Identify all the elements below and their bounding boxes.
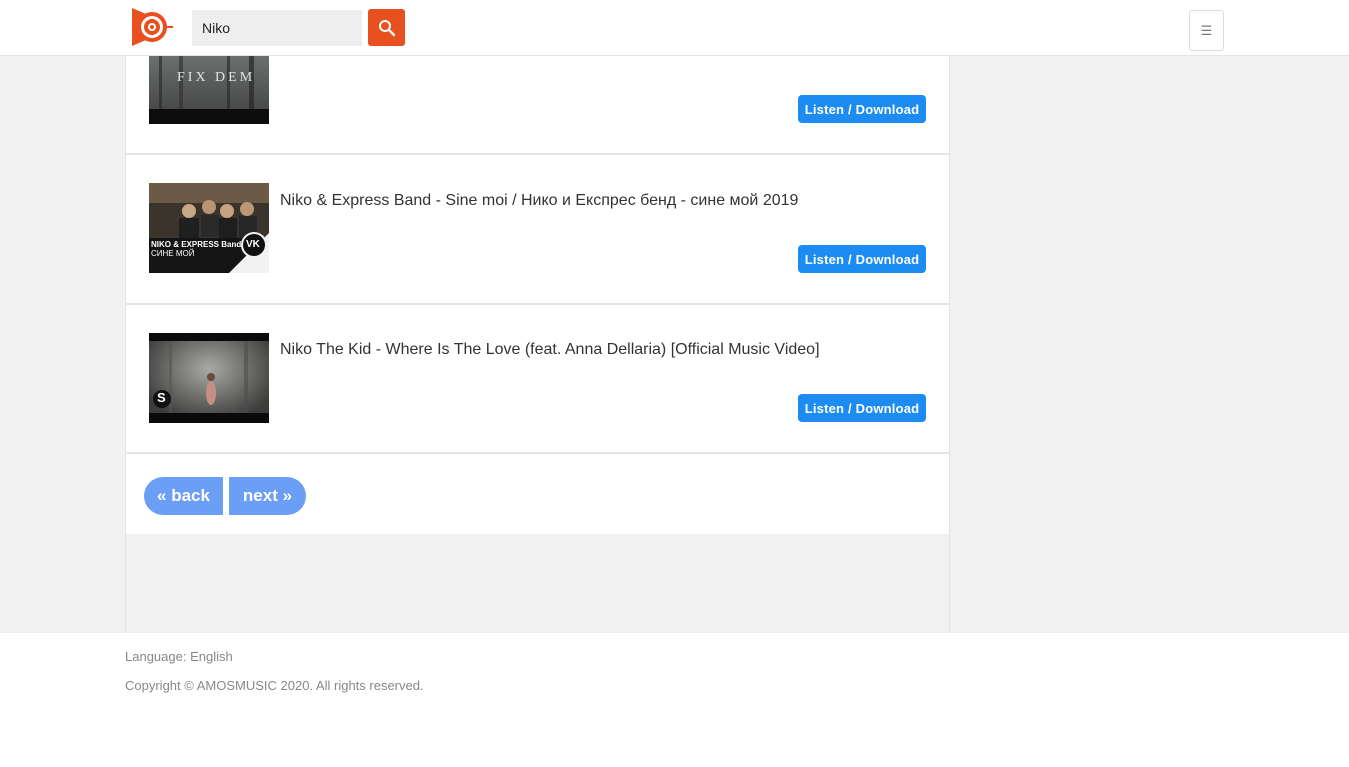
amosmusic-logo-icon[interactable] [130, 6, 174, 48]
brand-badge-icon: S [157, 390, 166, 405]
pagination: « back next » [126, 454, 949, 534]
search-button[interactable] [368, 9, 405, 46]
result-title[interactable]: Niko The Kid - Where Is The Love (feat. … [280, 341, 820, 359]
video-thumbnail[interactable]: S [149, 333, 269, 423]
next-button[interactable]: next » [229, 477, 306, 515]
result-item: NIKO & EXPRESS Band СИНЕ МОЙ VK Niko & E… [126, 155, 949, 305]
header: ☰ [0, 0, 1349, 56]
vk-badge-icon: VK [246, 239, 260, 250]
thumbnail-caption: NIKO & EXPRESS Band [151, 240, 242, 249]
search-input[interactable] [192, 10, 362, 46]
search-icon [378, 19, 395, 36]
footer-language[interactable]: Language: English [125, 649, 233, 664]
listen-download-button[interactable]: Listen / Download [798, 245, 926, 273]
footer-copyright: Copyright © AMOSMUSIC 2020. All rights r… [125, 678, 424, 693]
hamburger-icon: ☰ [1200, 22, 1213, 38]
menu-button[interactable]: ☰ [1189, 10, 1224, 51]
listen-download-button[interactable]: Listen / Download [798, 95, 926, 123]
result-title[interactable]: Niko & Express Band - Sine moi / Нико и … [280, 192, 798, 210]
back-button[interactable]: « back [144, 477, 223, 515]
result-item: S Niko The Kid - Where Is The Love (feat… [126, 305, 949, 454]
thumbnail-caption: FIX DEM [177, 70, 256, 85]
thumbnail-caption: СИНЕ МОЙ [151, 249, 195, 258]
video-thumbnail[interactable]: NIKO & EXPRESS Band СИНЕ МОЙ VK [149, 183, 269, 273]
listen-download-button[interactable]: Listen / Download [798, 394, 926, 422]
